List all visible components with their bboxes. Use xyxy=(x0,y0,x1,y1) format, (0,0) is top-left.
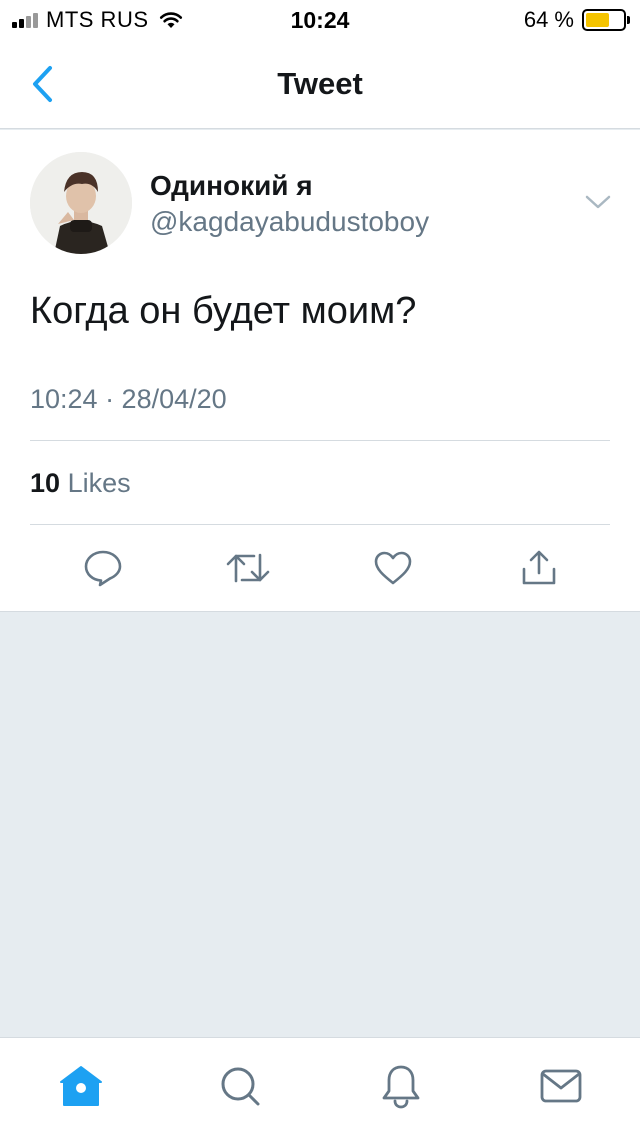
divider xyxy=(30,440,610,441)
tab-search[interactable] xyxy=(216,1062,264,1110)
share-icon xyxy=(522,550,556,585)
battery-icon xyxy=(582,9,630,31)
home-icon xyxy=(60,1066,102,1106)
bell-icon xyxy=(382,1065,420,1109)
avatar[interactable] xyxy=(30,152,132,254)
tweet-detail: Одинокий я @kagdayabudustoboy Когда он б… xyxy=(0,130,640,612)
reply-button[interactable] xyxy=(81,546,125,590)
tweet-timestamp: 10:24 · 28/04/20 xyxy=(30,384,227,414)
retweet-button[interactable] xyxy=(226,546,270,590)
battery-percent: 64 % xyxy=(523,7,574,32)
divider xyxy=(30,524,610,525)
heart-icon xyxy=(374,551,412,585)
tweet-text: Когда он будет моим? xyxy=(30,290,417,332)
status-right: 64 % xyxy=(523,7,630,32)
tab-messages[interactable] xyxy=(537,1062,585,1110)
likes-label: Likes xyxy=(67,468,131,498)
avatar-image xyxy=(30,152,132,254)
status-bar: MTS RUS 10:24 64 % xyxy=(0,0,640,40)
mail-icon xyxy=(540,1069,582,1103)
retweet-icon xyxy=(226,553,270,583)
tab-bar xyxy=(0,1037,640,1136)
like-button[interactable] xyxy=(371,546,415,590)
share-button[interactable] xyxy=(517,546,561,590)
likes-stat[interactable]: 10 Likes xyxy=(30,468,131,499)
page-title: Tweet xyxy=(277,66,363,101)
search-icon xyxy=(221,1067,260,1106)
navigation-bar: Tweet xyxy=(0,40,640,129)
display-name[interactable]: Одинокий я xyxy=(150,170,313,202)
user-handle[interactable]: @kagdayabudustoboy xyxy=(150,206,429,238)
chevron-down-icon[interactable] xyxy=(584,192,612,212)
tab-home[interactable] xyxy=(57,1062,105,1110)
tab-notifications[interactable] xyxy=(377,1062,425,1110)
battery-level xyxy=(586,13,610,27)
likes-count: 10 xyxy=(30,468,61,498)
reply-icon xyxy=(84,550,122,587)
